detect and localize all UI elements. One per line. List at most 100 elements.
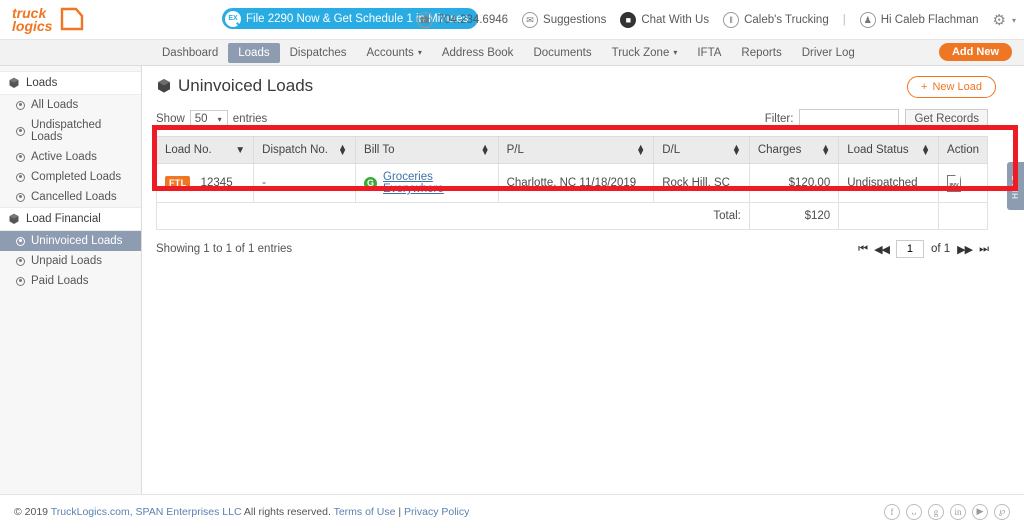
trucklogics-link[interactable]: TruckLogics.com, — [51, 506, 133, 518]
sidebar-item-label: All Loads — [31, 99, 79, 111]
nav-loads[interactable]: Loads — [228, 42, 280, 63]
radio-icon — [16, 126, 25, 136]
nav-accounts[interactable]: Accounts ▾ — [357, 43, 432, 63]
nav-label: IFTA — [697, 46, 722, 59]
nav-dispatches[interactable]: Dispatches — [280, 43, 357, 63]
nav-label: Address Book — [441, 46, 514, 59]
nav-dashboard[interactable]: Dashboard — [152, 43, 228, 63]
header-settings[interactable]: ⚙ ▾ — [993, 11, 1016, 29]
radio-icon — [16, 276, 25, 286]
radio-icon — [16, 100, 25, 110]
last-page-button[interactable]: ⏭ — [979, 243, 989, 256]
filter-input[interactable] — [799, 108, 900, 130]
nav-reports[interactable]: Reports — [731, 43, 791, 63]
twitter-icon[interactable]: ᴗ — [906, 503, 922, 520]
sidebar-item-label: Unpaid Loads — [31, 255, 102, 267]
prev-page-button[interactable]: ◀◀ — [874, 243, 890, 256]
chevron-down-icon: ▾ — [417, 48, 422, 57]
nav-driver-log[interactable]: Driver Log — [792, 43, 865, 63]
sidebar-item-unpaid-loads[interactable]: Unpaid Loads — [0, 251, 141, 271]
header-company[interactable]: ‖ Caleb's Trucking — [723, 12, 829, 28]
header-suggestions[interactable]: ✉ Suggestions — [522, 12, 606, 28]
phone-label: 704.234.6946 — [437, 14, 509, 26]
col-load-status[interactable]: Load Status ▲ ▼ — [838, 136, 940, 164]
table-total-row: Total: $120 — [156, 202, 988, 230]
sidebar-item-cancelled-loads[interactable]: Cancelled Loads — [0, 187, 141, 207]
nav-ifta[interactable]: IFTA — [687, 43, 731, 63]
facebook-icon[interactable]: f — [884, 503, 900, 520]
add-new-button[interactable]: Add New — [938, 43, 1012, 61]
linkedin-icon[interactable]: in — [950, 503, 966, 520]
col-charges[interactable]: Charges ▲ ▼ — [748, 136, 840, 164]
user-icon: ♟ — [859, 12, 876, 28]
table-row[interactable]: FTL 12345 - G Groceries Everywhere Charl… — [155, 163, 988, 203]
sort-both-icon: ▲ ▼ — [821, 142, 831, 157]
trucklogics-logo[interactable]: truck logics — [12, 5, 98, 35]
col-bill-to[interactable]: Bill To ▲ ▼ — [355, 136, 499, 164]
span-enterprises-link[interactable]: SPAN Enterprises LLC — [133, 506, 242, 518]
header-phone[interactable]: ☎ 704.234.6946 — [416, 12, 509, 28]
sidebar-item-completed-loads[interactable]: Completed Loads — [0, 167, 141, 187]
total-value: $120 — [748, 202, 840, 230]
radio-icon — [16, 236, 25, 246]
nav-label: Loads — [238, 46, 270, 59]
get-records-button[interactable]: Get Records — [905, 109, 988, 129]
youtube-icon[interactable]: ▶ — [972, 503, 988, 520]
cell-charges: $120.00 — [748, 163, 840, 203]
col-dispatch-no[interactable]: Dispatch No. ▲ ▼ — [253, 136, 357, 164]
col-label: Dispatch No. — [262, 144, 328, 156]
nav-label: Documents — [533, 46, 592, 59]
pinterest-icon[interactable]: ℘ — [994, 503, 1010, 520]
page-total-label: of 1 — [930, 243, 951, 255]
sort-desc-icon: ▼ — [235, 144, 246, 156]
header-user[interactable]: ♟ Hi Caleb Flachman — [859, 12, 979, 28]
table-footer: Showing 1 to 1 of 1 entries ⏮ ◀◀ of 1 ▶▶… — [156, 240, 1010, 258]
page-number-input[interactable] — [895, 240, 924, 258]
terms-of-use-link[interactable]: Terms of Use — [334, 506, 396, 518]
uninvoiced-loads-table: Load No. ▼ Dispatch No. ▲ ▼ Bill To ▲ ▼ … — [155, 136, 988, 230]
page-title-text: Uninvoiced Loads — [178, 76, 314, 95]
first-page-button[interactable]: ⏮ — [858, 243, 868, 256]
nav-label: Dashboard — [162, 46, 219, 59]
col-pl[interactable]: P/L ▲ ▼ — [497, 136, 655, 164]
show-label: Show — [156, 113, 185, 125]
header-chat[interactable]: ■ Chat With Us — [620, 12, 709, 28]
nav-documents[interactable]: Documents — [523, 43, 601, 63]
total-label: Total: — [156, 202, 750, 230]
nav-truck-zone[interactable]: Truck Zone ▾ — [602, 43, 688, 63]
ftl-badge: FTL — [165, 176, 191, 190]
showing-entries-text: Showing 1 to 1 of 1 entries — [156, 243, 293, 255]
privacy-policy-link[interactable]: Privacy Policy — [404, 506, 469, 518]
svg-text:logics: logics — [12, 18, 53, 34]
main-navigation: Dashboard Loads Dispatches Accounts ▾ Ad… — [0, 40, 1024, 66]
sidebar-item-label: Completed Loads — [31, 171, 122, 183]
help-tab[interactable]: HELP — [1007, 162, 1024, 210]
sidebar-item-uninvoiced-loads[interactable]: Uninvoiced Loads — [0, 231, 141, 251]
load-no-value: 12345 — [200, 177, 233, 189]
rights-text: All rights reserved. — [241, 505, 334, 518]
company-label: Caleb's Trucking — [744, 14, 829, 26]
sidebar-item-paid-loads[interactable]: Paid Loads — [0, 271, 141, 291]
next-page-button[interactable]: ▶▶ — [957, 243, 973, 256]
googleplus-icon[interactable]: g — [928, 503, 944, 520]
bill-to-link[interactable]: Groceries Everywhere — [383, 171, 490, 195]
user-label: Hi Caleb Flachman — [880, 14, 979, 26]
plus-icon: + — [921, 81, 928, 93]
invoice-icon[interactable]: INV — [947, 174, 962, 192]
sidebar-group-load-financial[interactable]: Load Financial — [0, 207, 141, 231]
main-content: Uninvoiced Loads + New Load Show 50 ▾ en… — [142, 66, 1024, 494]
sidebar-group-loads[interactable]: Loads — [0, 71, 141, 95]
col-dl[interactable]: D/L ▲ ▼ — [653, 136, 750, 164]
sidebar-item-undispatched-loads[interactable]: Undispatched Loads — [0, 115, 141, 147]
page-size-select[interactable]: 50 ▾ — [189, 110, 228, 128]
cell-dl: Rock Hill, SC — [653, 163, 750, 203]
sidebar-item-label: Cancelled Loads — [31, 191, 117, 203]
sort-both-icon: ▲ ▼ — [921, 142, 931, 157]
col-load-no[interactable]: Load No. ▼ — [155, 136, 255, 164]
new-load-button[interactable]: + New Load — [907, 76, 996, 98]
cell-action: INV — [938, 163, 988, 203]
sidebar-item-label: Active Loads — [31, 151, 97, 163]
sidebar-item-active-loads[interactable]: Active Loads — [0, 147, 141, 167]
sidebar-item-all-loads[interactable]: All Loads — [0, 95, 141, 115]
nav-address-book[interactable]: Address Book — [432, 43, 524, 63]
